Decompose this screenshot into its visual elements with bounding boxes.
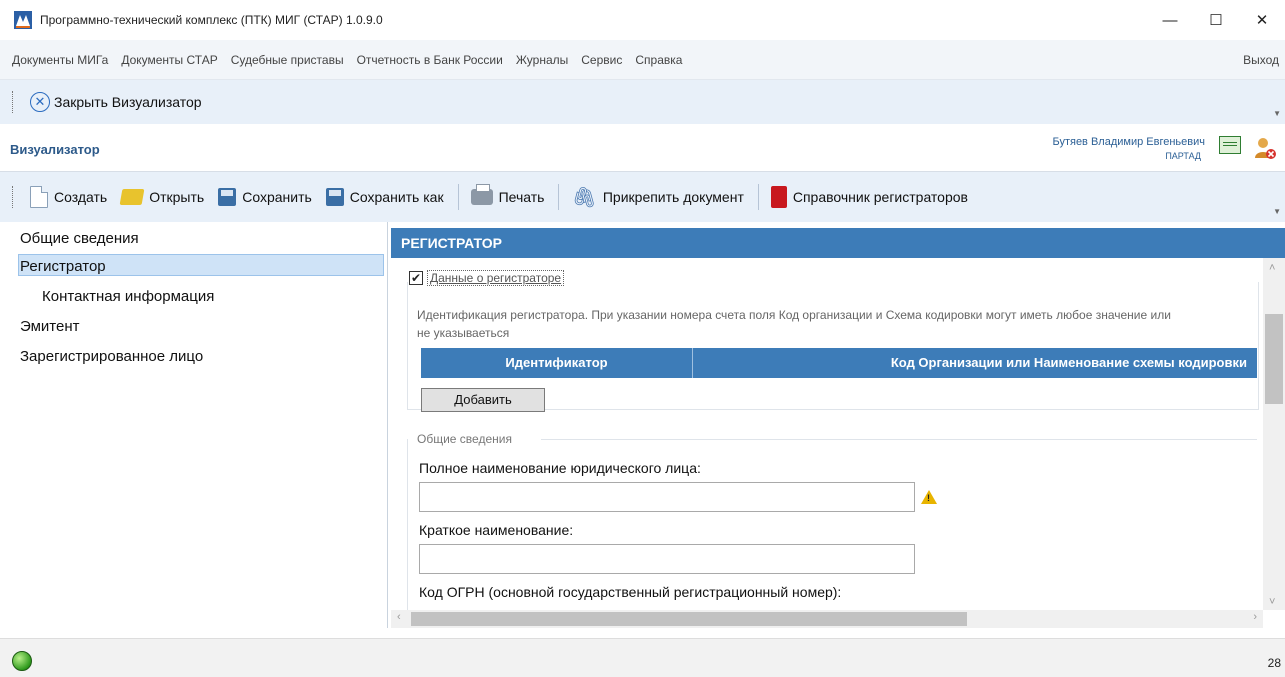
create-button[interactable]: Создать xyxy=(30,186,107,208)
scroll-left-icon[interactable]: ‹ xyxy=(397,611,401,623)
group-divider xyxy=(541,439,1257,440)
create-label: Создать xyxy=(54,189,108,205)
nav-item-issuer[interactable]: Эмитент xyxy=(20,318,80,335)
registrar-checkbox-label[interactable]: Данные о регистраторе xyxy=(427,270,565,286)
maximize-button[interactable]: ☐ xyxy=(1193,0,1239,40)
toolbar-separator xyxy=(558,184,560,210)
toolbar-overflow-icon[interactable]: ▼ xyxy=(1273,109,1281,118)
menu-documents-mig[interactable]: Документы МИГа xyxy=(12,53,108,67)
menu-bar: Документы МИГа Документы СТАР Судебные п… xyxy=(0,40,1285,80)
connection-status-icon xyxy=(12,651,32,671)
group-border xyxy=(407,439,408,619)
horizontal-scrollbar[interactable]: ‹ › xyxy=(391,610,1263,628)
attach-label: Прикрепить документ xyxy=(602,189,744,205)
toolbar-grip[interactable] xyxy=(12,186,16,208)
close-visualizer-button[interactable]: ✕ Закрыть Визуализатор xyxy=(30,92,202,112)
printer-icon xyxy=(470,184,493,205)
document-toolbar: Создать Открыть Сохранить Сохранить как … xyxy=(0,172,1285,222)
certificate-icon[interactable] xyxy=(1219,136,1241,154)
warning-icon: ! xyxy=(921,490,937,504)
vertical-scroll-thumb[interactable] xyxy=(1265,314,1283,404)
window-controls: — ☐ ✕ xyxy=(1147,0,1285,40)
menu-service[interactable]: Сервис xyxy=(581,53,622,67)
book-icon xyxy=(770,186,787,208)
print-button[interactable]: Печать xyxy=(470,184,545,205)
add-button[interactable]: Добавить xyxy=(421,388,545,412)
toolbar-grip[interactable] xyxy=(12,91,16,113)
save-as-label: Сохранить как xyxy=(349,189,444,205)
registrars-directory-button[interactable]: Справочник регистраторов xyxy=(770,186,968,208)
save-label: Сохранить xyxy=(242,189,312,205)
visualizer-header: Визуализатор Бутяев Владимир Евгеньевич … xyxy=(0,124,1285,172)
folder-icon xyxy=(119,189,145,205)
full-name-label: Полное наименование юридического лица: xyxy=(419,460,701,476)
scroll-right-icon[interactable]: › xyxy=(1253,611,1257,623)
menu-bailiffs[interactable]: Судебные приставы xyxy=(231,53,344,67)
new-document-icon xyxy=(30,186,48,208)
toolbar-overflow-icon[interactable]: ▼ xyxy=(1273,207,1281,216)
app-logo-icon xyxy=(14,11,32,29)
registrar-checkbox[interactable]: ✔ xyxy=(409,271,423,285)
status-bar: 28 xyxy=(0,638,1285,677)
identifiers-table-header: Идентификатор Код Организации или Наимен… xyxy=(421,348,1257,378)
toolbar-separator xyxy=(757,184,759,210)
print-label: Печать xyxy=(498,189,545,205)
registrar-checkbox-row[interactable]: ✔ Данные о регистраторе xyxy=(409,270,565,286)
navigation-panel: Общие сведения Регистратор Контактная ин… xyxy=(0,222,388,628)
save-disk-icon xyxy=(218,188,237,206)
save-button[interactable]: Сохранить xyxy=(218,188,312,206)
ogrn-label: Код ОГРН (основной государственный регис… xyxy=(419,584,842,600)
attach-document-button[interactable]: 🖇 Прикрепить документ xyxy=(571,185,743,210)
close-toolbar: ✕ Закрыть Визуализатор ▼ xyxy=(0,80,1285,124)
column-identifier[interactable]: Идентификатор xyxy=(421,348,693,378)
open-label: Открыть xyxy=(149,189,205,205)
nav-item-contact-info[interactable]: Контактная информация xyxy=(42,288,214,305)
close-circle-icon: ✕ xyxy=(30,92,50,112)
column-org-code[interactable]: Код Организации или Наименование схемы к… xyxy=(693,348,1257,378)
user-logout-icon[interactable] xyxy=(1253,136,1277,160)
menu-documents-star[interactable]: Документы СТАР xyxy=(121,53,217,67)
paperclip-icon: 🖇 xyxy=(571,186,597,209)
save-as-button[interactable]: Сохранить как xyxy=(325,188,444,206)
user-name: Бутяев Владимир Евгеньевич xyxy=(1052,136,1205,148)
menu-exit[interactable]: Выход xyxy=(1243,53,1279,67)
status-number: 28 xyxy=(1267,656,1281,670)
identification-text: Идентификация регистратора. При указании… xyxy=(417,308,1171,340)
short-name-input[interactable] xyxy=(419,544,915,574)
scroll-up-icon[interactable]: ˄ xyxy=(1269,262,1275,274)
page-title: Визуализатор xyxy=(10,142,100,157)
window-title: Программно-технический комплекс (ПТК) МИ… xyxy=(40,13,383,27)
short-name-label: Краткое наименование: xyxy=(419,522,574,538)
menu-reporting-bank[interactable]: Отчетность в Банк России xyxy=(357,53,503,67)
scroll-down-icon[interactable]: ˅ xyxy=(1269,596,1275,608)
general-group-label: Общие сведения xyxy=(417,432,512,446)
close-visualizer-label: Закрыть Визуализатор xyxy=(54,94,202,110)
nav-item-registered-person[interactable]: Зарегистрированное лицо xyxy=(20,348,203,365)
nav-item-general[interactable]: Общие сведения xyxy=(20,230,139,247)
open-button[interactable]: Открыть xyxy=(119,189,205,205)
menu-journals[interactable]: Журналы xyxy=(516,53,568,67)
close-window-button[interactable]: ✕ xyxy=(1239,0,1285,40)
menu-help[interactable]: Справка xyxy=(635,53,682,67)
save-as-disk-icon xyxy=(325,188,344,206)
minimize-button[interactable]: — xyxy=(1147,0,1193,40)
vertical-scrollbar[interactable]: ˄ ˅ xyxy=(1263,258,1285,610)
horizontal-scroll-thumb[interactable] xyxy=(411,612,967,626)
user-organization: ПАРТАД xyxy=(1165,151,1201,161)
content-panel: РЕГИСТРАТОР ✔ Данные о регистраторе Иден… xyxy=(391,222,1285,628)
section-title: РЕГИСТРАТОР xyxy=(391,228,1285,258)
registrars-label: Справочник регистраторов xyxy=(792,189,968,205)
full-name-input[interactable] xyxy=(419,482,915,512)
nav-item-registrar[interactable]: Регистратор xyxy=(20,258,106,275)
toolbar-separator xyxy=(457,184,459,210)
title-bar: Программно-технический комплекс (ПТК) МИ… xyxy=(0,0,1285,40)
